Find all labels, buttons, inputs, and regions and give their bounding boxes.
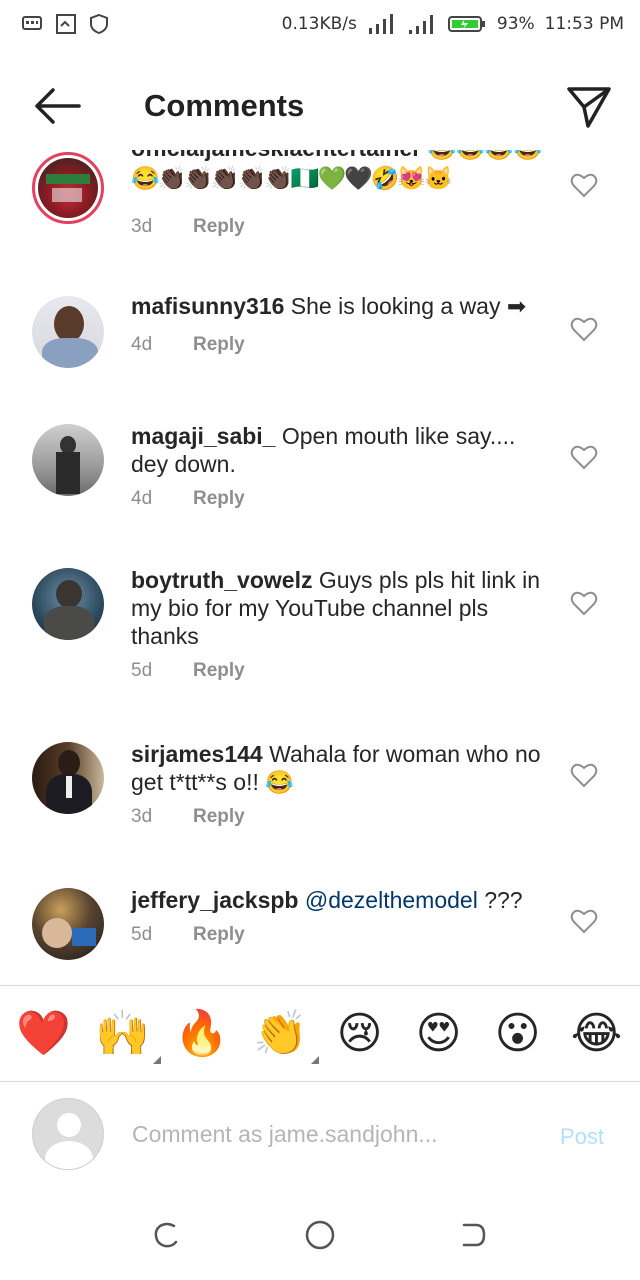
comment-username[interactable]: sirjames144 bbox=[131, 741, 263, 767]
back-nav-button[interactable] bbox=[451, 1213, 495, 1257]
home-circle-icon bbox=[305, 1220, 335, 1250]
comment-item: boytruth_vowelz Guys pls pls hit link in… bbox=[0, 566, 640, 716]
comment-item: jeffery_jackspb @dezelthemodel ??? 5d Re… bbox=[0, 886, 640, 980]
avatar[interactable] bbox=[32, 296, 104, 368]
comment-mention[interactable]: @dezelthemodel bbox=[305, 887, 478, 913]
status-bar: 0.13KB/s 93% 11:53 PM bbox=[0, 0, 640, 48]
user-avatar bbox=[32, 1098, 104, 1170]
shield-icon bbox=[90, 14, 108, 34]
message-icon bbox=[22, 16, 42, 32]
comment-time: 5d bbox=[131, 924, 153, 945]
emoji-raised-hands-button[interactable]: 🙌 bbox=[91, 1002, 161, 1066]
emoji-crying-button[interactable]: 😢 bbox=[328, 1002, 392, 1066]
heart-icon[interactable] bbox=[570, 172, 598, 198]
comment-username[interactable]: jeffery_jackspb bbox=[131, 887, 298, 913]
skin-tone-indicator bbox=[310, 1056, 319, 1064]
comment-time: 5d bbox=[131, 660, 153, 681]
reply-button[interactable]: Reply bbox=[193, 806, 245, 828]
emoji-quick-bar: ❤️ 🙌 🔥 👏 😢 😍 😮 😂 bbox=[0, 986, 640, 1082]
avatar[interactable] bbox=[32, 568, 104, 640]
heart-icon[interactable] bbox=[570, 316, 598, 342]
comment-item: mafisunny316 She is looking a way ➡ 4d R… bbox=[0, 292, 640, 402]
reply-button[interactable]: Reply bbox=[193, 924, 245, 946]
reply-button[interactable]: Reply bbox=[193, 660, 245, 682]
comment-text: ??? bbox=[477, 887, 523, 913]
heart-icon[interactable] bbox=[570, 908, 598, 934]
avatar[interactable] bbox=[32, 888, 104, 960]
clock: 11:53 PM bbox=[544, 14, 624, 34]
avatar[interactable] bbox=[32, 152, 104, 224]
arrow-left-icon bbox=[35, 88, 81, 124]
post-button[interactable]: Post bbox=[560, 1124, 604, 1150]
signal-icon-2 bbox=[407, 12, 437, 36]
comment-username[interactable]: magaji_sabi_ bbox=[131, 423, 275, 449]
heart-icon[interactable] bbox=[570, 762, 598, 788]
paper-plane-icon bbox=[567, 87, 611, 128]
signal-icon bbox=[367, 12, 397, 36]
back-nav-icon bbox=[463, 1223, 486, 1247]
network-speed: 0.13KB/s bbox=[281, 14, 357, 34]
emoji-raised-hands: 🙌 bbox=[95, 1008, 150, 1059]
recents-icon bbox=[154, 1222, 177, 1248]
emoji-clap: 👏 bbox=[253, 1008, 308, 1059]
comment-username[interactable]: boytruth_vowelz bbox=[131, 567, 312, 593]
comments-list: officialjamesklaentertainer 😂😂😂😂 😂👏🏿👏🏿👏🏿… bbox=[0, 150, 640, 980]
comment-time: 4d bbox=[131, 334, 153, 355]
emoji-heart-button[interactable]: ❤️ bbox=[12, 1002, 76, 1066]
heart-icon[interactable] bbox=[570, 590, 598, 616]
avatar[interactable] bbox=[32, 424, 104, 496]
comment-time: 3d bbox=[131, 806, 153, 827]
back-button[interactable] bbox=[22, 71, 92, 141]
header: Comments bbox=[0, 68, 640, 144]
recents-button[interactable] bbox=[145, 1213, 189, 1257]
reply-button[interactable]: Reply bbox=[193, 334, 245, 356]
system-nav-bar bbox=[0, 1190, 640, 1280]
share-button[interactable] bbox=[564, 82, 614, 132]
comment-item: magaji_sabi_ Open mouth like say.... dey… bbox=[0, 422, 640, 552]
screenshot-icon bbox=[56, 14, 76, 34]
comment-text: 😂👏🏿👏🏿👏🏿👏🏿👏🏿🇳🇬💚🖤🤣😻🐱 bbox=[131, 165, 453, 191]
comment-username[interactable]: mafisunny316 bbox=[131, 293, 284, 319]
comment-username[interactable]: officialjamesklaentertainer bbox=[131, 150, 421, 161]
emoji-clap-button[interactable]: 👏 bbox=[249, 1002, 319, 1066]
comment-input[interactable] bbox=[132, 1112, 522, 1156]
emoji-laughing-button[interactable]: 😂 bbox=[565, 1002, 629, 1066]
battery-level: 93% bbox=[496, 14, 535, 34]
comment-time: 3d bbox=[131, 216, 153, 237]
comment-text: She is looking a way ➡ bbox=[290, 293, 527, 319]
divider bbox=[0, 1081, 640, 1082]
comment-composer: Post bbox=[0, 1084, 640, 1184]
comment-time: 4d bbox=[131, 488, 153, 509]
reply-button[interactable]: Reply bbox=[193, 216, 245, 238]
reply-button[interactable]: Reply bbox=[193, 488, 245, 510]
skin-tone-indicator bbox=[152, 1056, 161, 1064]
emoji-surprised-button[interactable]: 😮 bbox=[486, 1002, 550, 1066]
page-title: Comments bbox=[144, 88, 305, 123]
avatar[interactable] bbox=[32, 742, 104, 814]
comment-item: sirjames144 Wahala for woman who no get … bbox=[0, 740, 640, 860]
emoji-fire-button[interactable]: 🔥 bbox=[170, 1002, 234, 1066]
battery-icon bbox=[447, 14, 487, 34]
comment-item: officialjamesklaentertainer 😂😂😂😂 😂👏🏿👏🏿👏🏿… bbox=[0, 150, 640, 270]
emoji-heart-eyes-button[interactable]: 😍 bbox=[407, 1002, 471, 1066]
heart-icon[interactable] bbox=[570, 444, 598, 470]
home-button[interactable] bbox=[298, 1213, 342, 1257]
